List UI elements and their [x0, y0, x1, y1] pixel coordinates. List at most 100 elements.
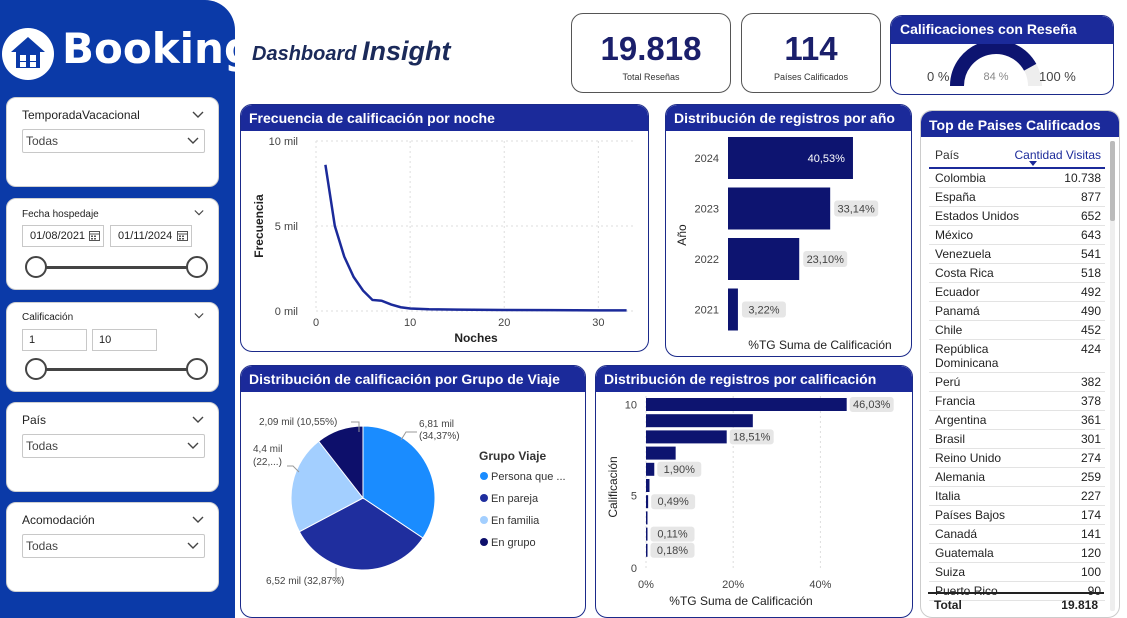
rating-filter: Calificación 1 10	[6, 302, 219, 392]
nights-panel: Frecuencia de calificación por noche 0 m…	[240, 104, 649, 352]
table-row[interactable]: España 877	[929, 188, 1105, 207]
rating-slider-max-handle[interactable]	[186, 358, 208, 380]
legend-marker	[480, 472, 488, 480]
table-row[interactable]: Argentina 361	[929, 411, 1105, 430]
rating-max-input[interactable]: 10	[92, 329, 157, 351]
season-filter: TemporadaVacacional Todas	[6, 97, 219, 187]
country-select[interactable]: Todas	[22, 434, 205, 458]
data-label: 1,90%	[664, 464, 695, 476]
kpi-total-reviews: 19.818 Total Reseñas	[571, 13, 731, 93]
chevron-down-icon[interactable]	[192, 516, 204, 524]
date-slider-start-handle[interactable]	[25, 256, 47, 278]
country-name: Panamá	[935, 304, 980, 318]
y-axis-title: Frecuencia	[252, 194, 266, 258]
visits-value: 518	[1080, 266, 1101, 280]
table-row[interactable]: Venezuela 541	[929, 245, 1105, 264]
chevron-down-icon[interactable]	[192, 416, 204, 424]
table-row[interactable]: Francia 378	[929, 392, 1105, 411]
table-body: Colombia 10.738 España 877 Estados Unidos 652…	[929, 169, 1105, 601]
column-header-country[interactable]: País	[935, 148, 959, 162]
table-row[interactable]: Panamá 490	[929, 302, 1105, 321]
country-name: Colombia	[935, 171, 986, 185]
lodging-select[interactable]: Todas	[22, 534, 205, 558]
table-row[interactable]: Costa Rica 518	[929, 264, 1105, 283]
start-date-input[interactable]: 01/08/2021	[22, 225, 104, 247]
season-select[interactable]: Todas	[22, 129, 205, 153]
table-row[interactable]: Colombia 10.738	[929, 169, 1105, 188]
country-name: Guatemala	[935, 546, 994, 560]
visits-value: 877	[1080, 190, 1101, 204]
table-row[interactable]: Ecuador 492	[929, 283, 1105, 302]
chevron-down-icon[interactable]	[194, 209, 204, 217]
x-tick-label: 20%	[722, 579, 744, 591]
bar	[728, 288, 738, 331]
visits-value: 259	[1080, 470, 1101, 484]
visits-value: 652	[1080, 209, 1101, 223]
calendar-icon[interactable]	[177, 230, 188, 241]
table-row[interactable]: Reino Unido 274	[929, 449, 1105, 468]
country-name: Chile	[935, 323, 963, 337]
bar	[728, 187, 831, 230]
date-slider-track[interactable]	[37, 266, 197, 269]
table-row[interactable]: Italia 227	[929, 487, 1105, 506]
total-value: 19.818	[1061, 598, 1098, 612]
table-row[interactable]: Perú 382	[929, 373, 1105, 392]
y-axis-title: Calificación	[606, 456, 620, 517]
table-row[interactable]: Estados Unidos 652	[929, 207, 1105, 226]
legend-marker	[480, 494, 488, 502]
end-date-input[interactable]: 01/11/2024	[110, 225, 192, 247]
calendar-icon[interactable]	[89, 230, 100, 241]
end-date-value: 01/11/2024	[118, 230, 173, 242]
gauge-title: Calificaciones con Reseña	[891, 16, 1113, 44]
table-row[interactable]: Suiza 100	[929, 563, 1105, 582]
table-row[interactable]: República Dominicana 424	[929, 340, 1105, 373]
visits-value: 100	[1080, 565, 1101, 579]
country-filter-title: País	[22, 413, 47, 427]
chevron-down-icon	[187, 442, 199, 449]
year-bar-chart: 2024 40,53% 2023 33,14% 2022 23,10% 2021 3,22%%…	[675, 137, 892, 352]
visits-value: 174	[1080, 508, 1101, 522]
table-row[interactable]: Guatemala 120	[929, 544, 1105, 563]
bar	[728, 238, 800, 280]
country-name: Brasil	[935, 432, 966, 446]
table-row[interactable]: Canadá 141	[929, 525, 1105, 544]
country-select-value: Todas	[26, 439, 59, 453]
rating-min-input[interactable]: 1	[22, 329, 87, 351]
date-slider-end-handle[interactable]	[186, 256, 208, 278]
scrollbar-thumb[interactable]	[1110, 141, 1115, 221]
data-label: 0,49%	[658, 496, 689, 508]
page-title-part2: Insight	[362, 36, 451, 66]
rating-slider-min-handle[interactable]	[25, 358, 47, 380]
table-row[interactable]: México 643	[929, 226, 1105, 245]
bar	[646, 495, 649, 509]
gauge-chart: 0 % 84 % 100 %	[927, 44, 1076, 87]
y-tick-label: 2023	[695, 204, 719, 216]
chevron-down-icon[interactable]	[194, 312, 204, 320]
column-header-visits[interactable]: Cantidad Visitas	[1015, 148, 1102, 162]
visits-value: 382	[1080, 375, 1101, 389]
country-name: Argentina	[935, 413, 987, 427]
table-row[interactable]: Brasil 301	[929, 430, 1105, 449]
table-row[interactable]: Chile 452	[929, 321, 1105, 340]
legend-label: En pareja	[491, 493, 539, 505]
rating-filter-title: Calificación	[22, 312, 74, 323]
visits-value: 424	[1080, 342, 1101, 356]
group-panel-title: Distribución de calificación por Grupo d…	[241, 366, 585, 392]
table-row[interactable]: Países Bajos 174	[929, 506, 1105, 525]
nights-panel-title: Frecuencia de calificación por noche	[241, 105, 648, 131]
kpi-countries-value: 114	[784, 30, 838, 67]
kpi-countries: 114 Países Calificados	[741, 13, 881, 93]
country-name: República Dominicana	[935, 342, 999, 370]
legend-label: Persona que ...	[491, 471, 566, 483]
x-tick-label: 40%	[809, 579, 831, 591]
table-row[interactable]: Alemania 259	[929, 468, 1105, 487]
rating-slider-track[interactable]	[37, 368, 197, 371]
x-tick-label: 20	[498, 317, 510, 329]
gauge-value-label: 84 %	[983, 71, 1008, 83]
country-name: Venezuela	[935, 247, 992, 261]
country-name: Reino Unido	[935, 451, 1002, 465]
visits-value: 452	[1080, 323, 1101, 337]
series-line	[324, 164, 627, 312]
chevron-down-icon[interactable]	[192, 111, 204, 119]
kpi-total-reviews-value: 19.818	[600, 30, 702, 67]
